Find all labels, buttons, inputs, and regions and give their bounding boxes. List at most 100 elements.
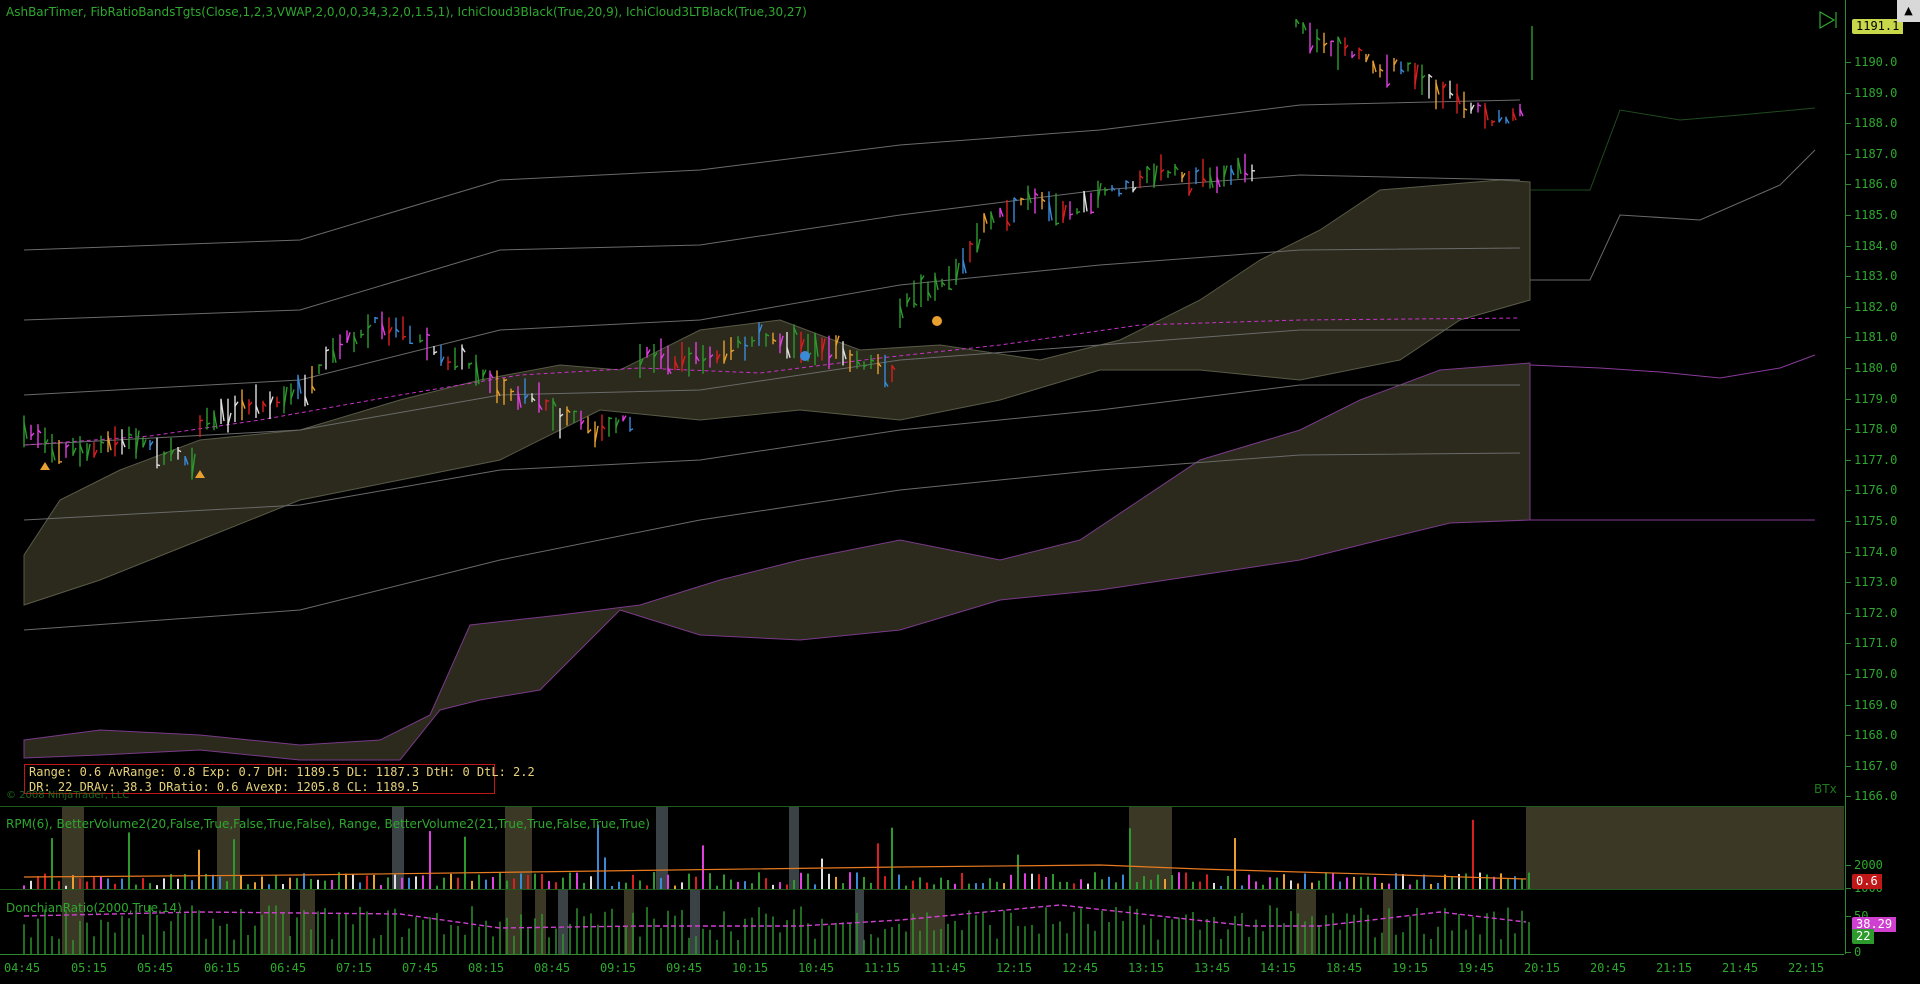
donchian-highlight	[1383, 890, 1393, 955]
time-tick: 10:45	[798, 961, 834, 975]
price-tick: 1189.0	[1854, 86, 1897, 100]
donchian-highlight	[690, 890, 700, 955]
volume-highlight	[789, 807, 799, 889]
time-tick: 11:15	[864, 961, 900, 975]
time-tick: 12:15	[996, 961, 1032, 975]
price-tick: 1181.0	[1854, 330, 1897, 344]
time-tick: 08:15	[468, 961, 504, 975]
time-tick: 07:45	[402, 961, 438, 975]
price-chart-pane[interactable]: AshBarTimer, FibRatioBandsTgts(Close,1,2…	[0, 0, 1844, 805]
time-tick: 13:45	[1194, 961, 1230, 975]
price-tick: 1172.0	[1854, 606, 1897, 620]
scroll-up-button[interactable]: ▲	[1897, 0, 1920, 22]
time-tick: 07:15	[336, 961, 372, 975]
price-tick: 1179.0	[1854, 392, 1897, 406]
price-tick: 1169.0	[1854, 698, 1897, 712]
volume-average-line	[24, 865, 1526, 879]
donchian-canvas[interactable]	[0, 890, 1844, 955]
time-tick: 06:45	[270, 961, 306, 975]
btx-label: BTx	[1814, 782, 1837, 796]
future-band-mid	[1530, 150, 1815, 280]
candle-tick	[427, 334, 430, 335]
time-tick: 13:15	[1128, 961, 1164, 975]
price-tick: 1166.0	[1854, 789, 1897, 803]
donchian-pane[interactable]: DonchianRatio(2000,True,14)	[0, 889, 1844, 955]
candle-tick	[403, 336, 406, 337]
time-tick: 22:15	[1788, 961, 1824, 975]
price-tick: 1173.0	[1854, 575, 1897, 589]
time-tick: 11:45	[930, 961, 966, 975]
price-tick: 1171.0	[1854, 636, 1897, 650]
volume-highlight	[1526, 807, 1844, 889]
time-tick: 12:45	[1062, 961, 1098, 975]
info-line-1: Range: 0.6 AvRange: 0.8 Exp: 0.7 DH: 118…	[29, 765, 490, 780]
candle-tick	[200, 420, 203, 421]
time-tick: 05:15	[71, 961, 107, 975]
price-tick: 1174.0	[1854, 545, 1897, 559]
future-cloud-line	[1530, 355, 1815, 378]
future-band-top	[1530, 108, 1815, 190]
range-badge: 0.6	[1852, 874, 1882, 889]
time-tick: 08:45	[534, 961, 570, 975]
donchian-highlight	[1296, 890, 1316, 955]
price-tick: 1185.0	[1854, 208, 1897, 222]
candle-tick	[101, 442, 104, 443]
price-tick: 1175.0	[1854, 514, 1897, 528]
candle-tick	[375, 318, 378, 319]
time-tick: 21:45	[1722, 961, 1758, 975]
price-tick: 1188.0	[1854, 116, 1897, 130]
dot-marker	[800, 351, 810, 361]
time-tick: 06:15	[204, 961, 240, 975]
price-tick: 1190.0	[1854, 55, 1897, 69]
candle-tick	[752, 340, 755, 341]
price-tick: 1168.0	[1854, 728, 1897, 742]
candle-tick	[574, 411, 577, 412]
time-tick: 18:45	[1326, 961, 1362, 975]
donchian-tick-0: 0	[1854, 945, 1861, 959]
volume-highlight	[1129, 807, 1172, 889]
candle-tick	[1021, 199, 1024, 200]
time-tick: 09:45	[666, 961, 702, 975]
cloud-long	[24, 363, 1530, 760]
price-tick: 1187.0	[1854, 147, 1897, 161]
volume-pane[interactable]: RPM(6), BetterVolume2(20,False,True,Fals…	[0, 806, 1844, 889]
candle-tick	[850, 354, 853, 355]
time-tick: 19:15	[1392, 961, 1428, 975]
candle-tick	[361, 334, 364, 335]
play-icon[interactable]	[1818, 11, 1838, 29]
price-axis[interactable]: 1190.0 1189.0 1188.0 1187.0 1186.0 1185.0 1184…	[1845, 0, 1920, 954]
time-tick: 04:45	[4, 961, 40, 975]
donchian-indicators-label: DonchianRatio(2000,True,14)	[6, 901, 182, 915]
candle-tick	[689, 353, 692, 354]
price-tick: 1186.0	[1854, 177, 1897, 191]
donchian-highlight	[535, 890, 546, 955]
price-tick: 1170.0	[1854, 667, 1897, 681]
price-indicators-label: AshBarTimer, FibRatioBandsTgts(Close,1,2…	[6, 5, 807, 19]
price-chart-canvas[interactable]	[0, 0, 1844, 805]
time-tick: 21:15	[1656, 961, 1692, 975]
price-tick: 1176.0	[1854, 483, 1897, 497]
time-axis[interactable]: 04:45 05:15 05:45 06:15 06:45 07:15 07:45 08:15…	[0, 954, 1844, 984]
price-tick: 1183.0	[1854, 269, 1897, 283]
arrow-up-marker	[40, 462, 50, 470]
time-tick: 20:45	[1590, 961, 1626, 975]
candle-tick	[871, 360, 874, 361]
price-tick: 1182.0	[1854, 300, 1897, 314]
time-tick: 09:15	[600, 961, 636, 975]
price-tick: 1178.0	[1854, 422, 1897, 436]
price-tick: 1177.0	[1854, 453, 1897, 467]
time-tick: 10:15	[732, 961, 768, 975]
candle-tick	[157, 465, 160, 466]
copyright-label: © 2008 NinjaTrader, LLC	[6, 790, 129, 801]
donchian-value-badge: 22	[1852, 929, 1874, 944]
donchian-highlight	[260, 890, 290, 955]
volume-indicators-label: RPM(6), BetterVolume2(20,False,True,Fals…	[6, 817, 650, 831]
price-tick: 1167.0	[1854, 759, 1897, 773]
donchian-highlight	[300, 890, 315, 955]
dot-marker	[932, 316, 942, 326]
time-tick: 19:45	[1458, 961, 1494, 975]
candle-tick	[448, 362, 451, 363]
price-tick: 1180.0	[1854, 361, 1897, 375]
time-tick: 05:45	[137, 961, 173, 975]
price-tick: 1184.0	[1854, 239, 1897, 253]
